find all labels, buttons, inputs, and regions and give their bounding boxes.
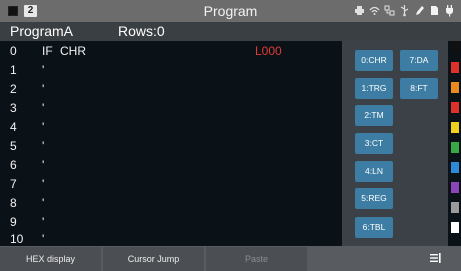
code-line[interactable]: 1 ': [0, 61, 342, 80]
line-number: 8: [10, 196, 17, 210]
wifi-icon: [369, 6, 380, 15]
code-line[interactable]: 6 ': [0, 156, 342, 175]
code-line[interactable]: 0 IF CHR L000: [0, 42, 342, 61]
reg-command-button[interactable]: 5:REG: [355, 188, 393, 209]
chr-command-button[interactable]: 0:CHR: [355, 50, 393, 71]
tm-command-button[interactable]: 2:TM: [355, 105, 393, 126]
color-swatch[interactable]: [451, 122, 459, 133]
rows-count: Rows:0: [118, 23, 165, 39]
line-label: L000: [255, 44, 282, 58]
pen-icon: [416, 6, 424, 15]
line-command: ': [42, 139, 45, 153]
power-plug-icon: [446, 5, 453, 17]
network-icon: [384, 5, 395, 16]
channel-badge: 2: [24, 5, 37, 17]
line-number: 9: [10, 215, 17, 229]
status-icons: [354, 4, 455, 17]
line-command: IF: [42, 44, 53, 58]
code-line[interactable]: 4 ': [0, 118, 342, 137]
bottom-toolbar: HEX display Cursor Jump Paste: [0, 246, 461, 271]
ln-command-button[interactable]: 4:LN: [355, 161, 393, 182]
storage-icon: [431, 6, 438, 15]
color-swatch[interactable]: [451, 142, 459, 153]
color-swatch-strip: [448, 41, 461, 246]
program-name: ProgramA: [10, 23, 74, 39]
color-swatch[interactable]: [451, 182, 459, 193]
line-number: 3: [10, 101, 17, 115]
status-bar: 2 Program: [0, 0, 461, 22]
line-command: ': [42, 120, 45, 134]
code-line[interactable]: 5 ': [0, 137, 342, 156]
menu-icon[interactable]: [430, 253, 441, 263]
color-swatch[interactable]: [451, 202, 459, 213]
line-command: ': [42, 232, 45, 246]
color-swatch[interactable]: [451, 62, 459, 73]
code-line[interactable]: 3 ': [0, 99, 342, 118]
line-command: ': [42, 196, 45, 210]
window-title: Program: [203, 3, 258, 19]
program-editor[interactable]: 0 IF CHR L000 1 ' 2 ' 3 ' 4 ' 5 ' 6 ' 7 …: [0, 41, 342, 246]
color-swatch[interactable]: [451, 102, 459, 113]
line-command: ': [42, 63, 45, 77]
line-number: 5: [10, 139, 17, 153]
color-swatch[interactable]: [451, 222, 459, 233]
line-number: 1: [10, 63, 17, 77]
program-screen: 2 Program ProgramA Rows:0 0 IF CHR L000 …: [0, 0, 461, 271]
printer-icon: [355, 6, 364, 15]
trg-command-button[interactable]: 1:TRG: [355, 78, 393, 99]
line-number: 6: [10, 158, 17, 172]
line-argument: CHR: [60, 44, 86, 58]
line-number: 10: [10, 232, 24, 246]
line-number: 7: [10, 177, 17, 191]
hex-display-button[interactable]: HEX display: [0, 247, 101, 271]
code-line[interactable]: 8 ': [0, 194, 342, 213]
code-line[interactable]: 2 ': [0, 80, 342, 99]
code-line[interactable]: 7 ': [0, 175, 342, 194]
line-command: ': [42, 215, 45, 229]
program-header: ProgramA Rows:0: [0, 22, 461, 41]
line-number: 0: [10, 44, 17, 58]
line-number: 2: [10, 82, 17, 96]
ft-command-button[interactable]: 8:FT: [400, 78, 438, 99]
cursor-jump-button[interactable]: Cursor Jump: [103, 247, 204, 271]
tbl-command-button[interactable]: 6:TBL: [355, 217, 393, 238]
da-command-button[interactable]: 7:DA: [400, 50, 438, 71]
usb-icon: [400, 5, 409, 17]
ct-command-button[interactable]: 3:CT: [355, 133, 393, 154]
line-command: ': [42, 82, 45, 96]
line-number: 4: [10, 120, 17, 134]
color-swatch[interactable]: [451, 162, 459, 173]
line-command: ': [42, 101, 45, 115]
line-command: ': [42, 158, 45, 172]
stop-icon[interactable]: [8, 6, 18, 16]
command-panel: 0:CHR 1:TRG 2:TM 3:CT 4:LN 5:REG 6:TBL 7…: [342, 41, 448, 246]
paste-button[interactable]: Paste: [206, 247, 307, 271]
line-command: ': [42, 177, 45, 191]
color-swatch[interactable]: [451, 42, 459, 53]
color-swatch[interactable]: [451, 82, 459, 93]
